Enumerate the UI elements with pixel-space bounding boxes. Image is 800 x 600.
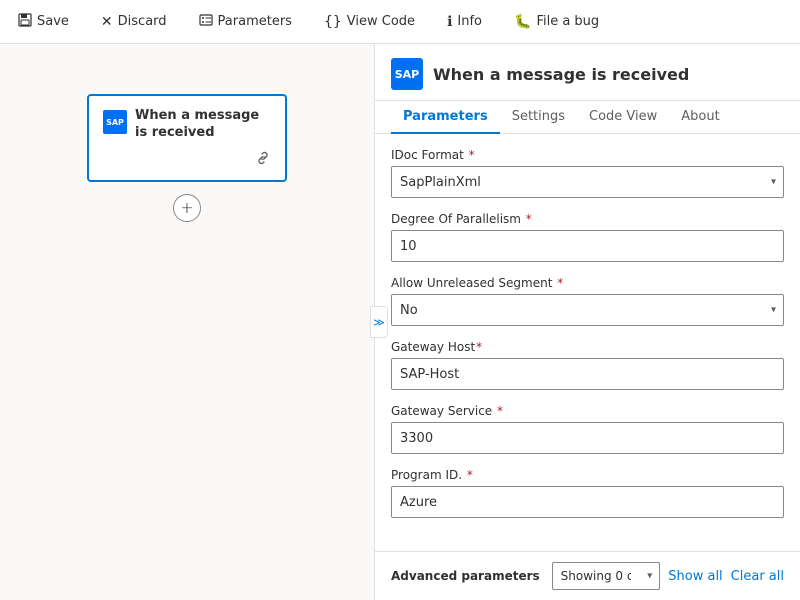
gateway-host-group: Gateway Host* [391,340,784,390]
panel-body: IDoc Format * SapPlainXml SapXml ▾ Degre… [375,134,800,551]
idoc-format-select-wrapper: SapPlainXml SapXml ▾ [391,166,784,198]
parameters-label: Parameters [218,14,292,29]
add-icon: + [180,198,193,217]
info-icon: ℹ [447,14,452,30]
degree-parallelism-required: * [526,212,532,226]
gateway-host-label: Gateway Host* [391,340,784,354]
toolbar: Save ✕ Discard Parameters {} View Code ℹ… [0,0,800,44]
gateway-service-input[interactable] [391,422,784,454]
degree-parallelism-input[interactable] [391,230,784,262]
gateway-host-input[interactable] [391,358,784,390]
idoc-format-label: IDoc Format * [391,148,784,162]
canvas-area: SAP When a message is received + [0,44,375,600]
tab-about[interactable]: About [669,101,731,134]
bug-icon: 🐛 [514,14,531,30]
trigger-card[interactable]: SAP When a message is received [87,94,287,182]
advanced-params-select[interactable]: Showing 0 of 1 [552,562,661,590]
trigger-card-header: SAP When a message is received [103,108,271,142]
file-a-bug-label: File a bug [536,14,599,29]
save-icon [18,13,32,31]
info-label: Info [457,14,482,29]
tab-code-view[interactable]: Code View [577,101,669,134]
chevron-right-icon: ≫ [373,316,385,329]
parameters-button[interactable]: Parameters [193,9,298,35]
gateway-service-group: Gateway Service * [391,404,784,454]
gateway-service-required: * [497,404,503,418]
allow-unreleased-select-wrapper: No Yes ▾ [391,294,784,326]
tab-settings[interactable]: Settings [500,101,577,134]
info-button[interactable]: ℹ Info [441,10,488,34]
save-label: Save [37,14,69,29]
degree-parallelism-label: Degree Of Parallelism * [391,212,784,226]
trigger-card-footer [103,150,271,170]
program-id-input[interactable] [391,486,784,518]
allow-unreleased-required: * [557,276,563,290]
show-all-link[interactable]: Show all [668,569,722,584]
save-button[interactable]: Save [12,9,75,35]
right-panel: SAP When a message is received Parameter… [375,44,800,600]
tab-parameters[interactable]: Parameters [391,101,500,134]
tabs-bar: Parameters Settings Code View About [375,101,800,134]
advanced-params-select-wrapper: Showing 0 of 1 ▾ [552,562,661,590]
program-id-group: Program ID. * [391,468,784,518]
link-icon [255,150,271,170]
add-step-button[interactable]: + [173,194,201,222]
idoc-format-required: * [469,148,475,162]
view-code-button[interactable]: {} View Code [318,10,421,34]
panel-header: SAP When a message is received [375,44,800,101]
degree-parallelism-group: Degree Of Parallelism * [391,212,784,262]
collapse-panel-button[interactable]: ≫ [370,306,388,338]
idoc-format-select[interactable]: SapPlainXml SapXml [391,166,784,198]
sap-logo-text: SAP [395,68,420,81]
file-a-bug-button[interactable]: 🐛 File a bug [508,10,605,34]
allow-unreleased-group: Allow Unreleased Segment * No Yes ▾ [391,276,784,326]
advanced-params-label: Advanced parameters [391,569,540,583]
panel-title: When a message is received [433,65,689,84]
trigger-card-title: When a message is received [135,108,271,142]
gateway-host-required: * [476,340,482,354]
view-code-icon: {} [324,14,342,30]
gateway-service-label: Gateway Service * [391,404,784,418]
view-code-label: View Code [347,14,415,29]
discard-label: Discard [118,14,167,29]
allow-unreleased-label: Allow Unreleased Segment * [391,276,784,290]
sap-logo-large: SAP [391,58,423,90]
clear-all-link[interactable]: Clear all [731,569,784,584]
idoc-format-group: IDoc Format * SapPlainXml SapXml ▾ [391,148,784,198]
canvas-inner: SAP When a message is received + [87,94,287,222]
allow-unreleased-select[interactable]: No Yes [391,294,784,326]
parameters-icon [199,13,213,31]
sap-logo-small: SAP [103,110,127,134]
advanced-params-bar: Advanced parameters Showing 0 of 1 ▾ Sho… [375,551,800,600]
discard-button[interactable]: ✕ Discard [95,10,173,34]
program-id-label: Program ID. * [391,468,784,482]
discard-icon: ✕ [101,14,113,30]
program-id-required: * [467,468,473,482]
main-layout: SAP When a message is received + [0,44,800,600]
